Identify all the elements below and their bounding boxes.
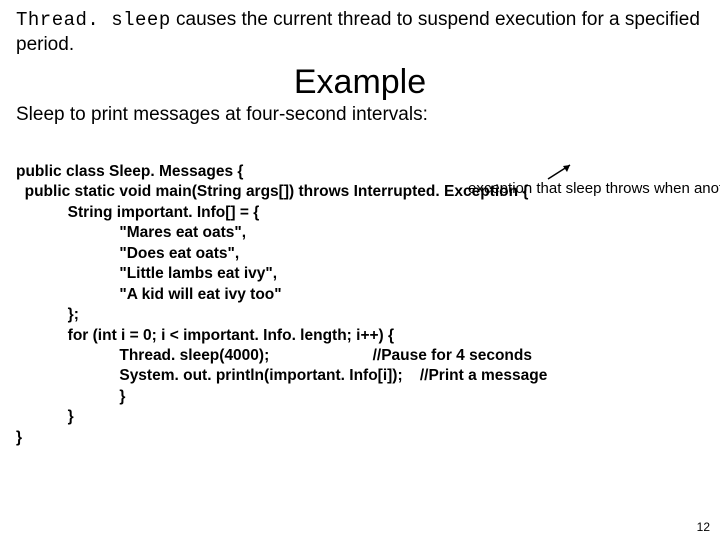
code-line: "Does eat oats", bbox=[16, 245, 239, 262]
intro-code-term: Thread. sleep bbox=[16, 9, 171, 31]
code-line: "A kid will eat ivy too" bbox=[16, 286, 282, 303]
page-number: 12 bbox=[697, 520, 710, 534]
code-line: Thread. sleep(4000); //Pause for 4 secon… bbox=[16, 347, 532, 364]
code-line: public class Sleep. Messages { bbox=[16, 163, 243, 180]
code-line: System. out. println(important. Info[i])… bbox=[16, 367, 547, 384]
code-line: "Mares eat oats", bbox=[16, 224, 246, 241]
code-line: public static void main(String args[]) t… bbox=[16, 183, 528, 200]
code-line: }; bbox=[16, 306, 79, 323]
code-line: } bbox=[16, 429, 22, 446]
code-line: } bbox=[16, 388, 125, 405]
code-line: "Little lambs eat ivy", bbox=[16, 265, 277, 282]
annotation-text: exception that sleep throws when another… bbox=[468, 180, 700, 199]
arrow-icon bbox=[546, 161, 576, 181]
subtitle: Sleep to print messages at four-second i… bbox=[0, 104, 720, 136]
code-line: for (int i = 0; i < important. Info. len… bbox=[16, 327, 394, 344]
intro-paragraph: Thread. sleep causes the current thread … bbox=[0, 0, 720, 57]
code-block: public class Sleep. Messages { public st… bbox=[0, 136, 720, 516]
code-line: } bbox=[16, 408, 74, 425]
code-line: String important. Info[] = { bbox=[16, 204, 259, 221]
page-title: Example bbox=[0, 63, 720, 102]
